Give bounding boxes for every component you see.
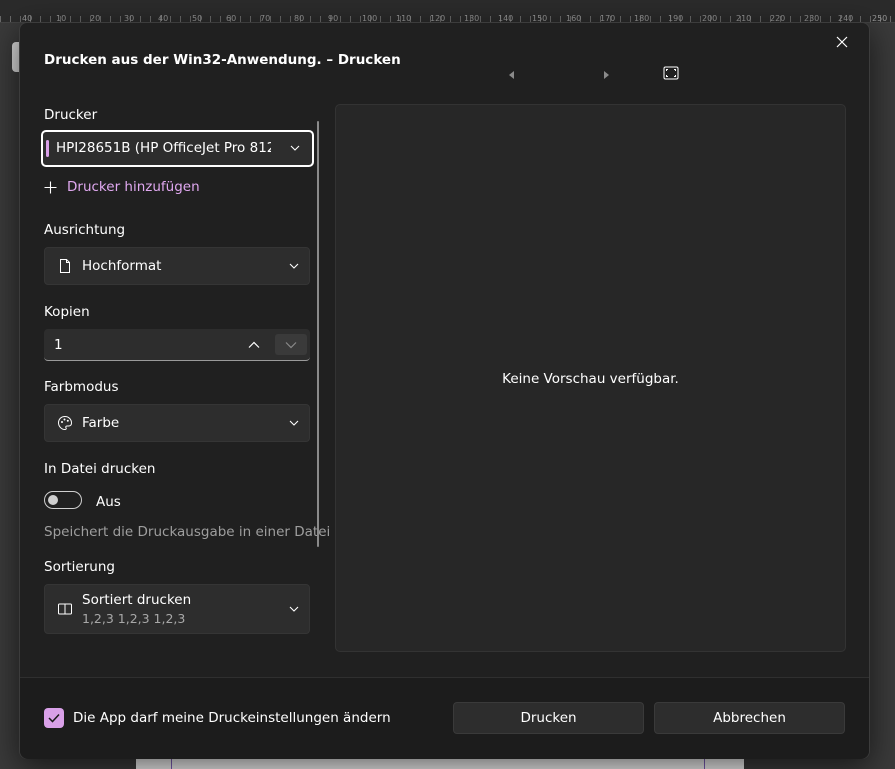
triangle-right-icon: [604, 71, 609, 79]
print-to-file-helper: Speichert die Druckausgabe in einer Date…: [44, 524, 331, 540]
color-mode-dropdown[interactable]: Farbe: [44, 404, 310, 442]
add-printer-label: Drucker hinzufügen: [67, 179, 200, 195]
collation-dropdown[interactable]: Sortiert drucken 1,2,3 1,2,3 1,2,3: [44, 584, 310, 634]
toggle-knob: [48, 495, 58, 505]
plus-icon: [44, 181, 57, 193]
triangle-left-icon: [509, 71, 514, 79]
palette-icon: [57, 415, 73, 431]
collate-icon: [58, 603, 72, 615]
print-preview: Keine Vorschau verfügbar.: [335, 104, 846, 652]
chevron-down-icon: [289, 420, 299, 426]
orientation-dropdown[interactable]: Hochformat: [44, 247, 310, 285]
chevron-down-icon: [285, 341, 297, 348]
copies-value[interactable]: 1: [54, 337, 63, 353]
document-icon: [60, 259, 70, 273]
allow-app-settings-checkbox[interactable]: [44, 708, 64, 728]
collation-label: Sortierung: [44, 559, 115, 575]
copies-label: Kopien: [44, 304, 90, 320]
printer-dropdown[interactable]: HPI28651B (HP OfficeJet Pro 8120e series…: [41, 130, 314, 167]
fit-page-icon: [663, 66, 679, 80]
chevron-down-icon: [289, 263, 299, 269]
ruler-number: 250: [872, 14, 888, 23]
previous-page-button[interactable]: [506, 66, 518, 79]
allow-app-settings-label: Die App darf meine Druckeinstellungen än…: [73, 710, 391, 726]
copies-number-box[interactable]: 1: [44, 329, 310, 361]
chevron-up-icon: [248, 341, 260, 348]
selection-accent: [46, 140, 49, 157]
orientation-selected: Hochformat: [82, 258, 162, 274]
color-mode-label: Farbmodus: [44, 379, 119, 395]
orientation-label: Ausrichtung: [44, 222, 126, 238]
cancel-button[interactable]: Abbrechen: [654, 702, 845, 734]
print-button[interactable]: Drucken: [453, 702, 644, 734]
increment-button[interactable]: [240, 335, 268, 355]
dialog-title: Drucken aus der Win32-Anwendung. – Druck…: [44, 52, 401, 68]
printer-label: Drucker: [44, 107, 98, 123]
ruler: 40 10 20 30 40 50 60 70 80 90 100 110 120 130 140 150 16…: [0, 0, 895, 23]
next-page-button[interactable]: [600, 66, 612, 79]
checkmark-icon: [48, 713, 60, 723]
print-to-file-toggle[interactable]: [44, 491, 82, 509]
print-to-file-label: In Datei drucken: [44, 461, 156, 477]
color-mode-selected: Farbe: [82, 415, 120, 431]
decrement-button[interactable]: [275, 334, 307, 355]
print-dialog: Drucken aus der Win32-Anwendung. – Druck…: [19, 22, 870, 759]
add-printer-link[interactable]: Drucker hinzufügen: [44, 179, 200, 195]
toggle-state-label: Aus: [96, 494, 121, 510]
printer-selected: HPI28651B (HP OfficeJet Pro 8120e series…: [56, 140, 271, 156]
chevron-down-icon: [289, 606, 299, 612]
settings-scrollbar[interactable]: [317, 121, 319, 547]
no-preview-message: Keine Vorschau verfügbar.: [502, 371, 679, 387]
dialog-footer: Die App darf meine Druckeinstellungen än…: [20, 677, 869, 759]
close-button[interactable]: [825, 31, 859, 53]
chevron-down-icon: [290, 145, 300, 151]
close-icon: [836, 36, 848, 48]
fit-page-button[interactable]: [663, 65, 679, 80]
collation-selected: Sortiert drucken: [82, 592, 192, 608]
collation-order: 1,2,3 1,2,3 1,2,3: [82, 611, 186, 626]
